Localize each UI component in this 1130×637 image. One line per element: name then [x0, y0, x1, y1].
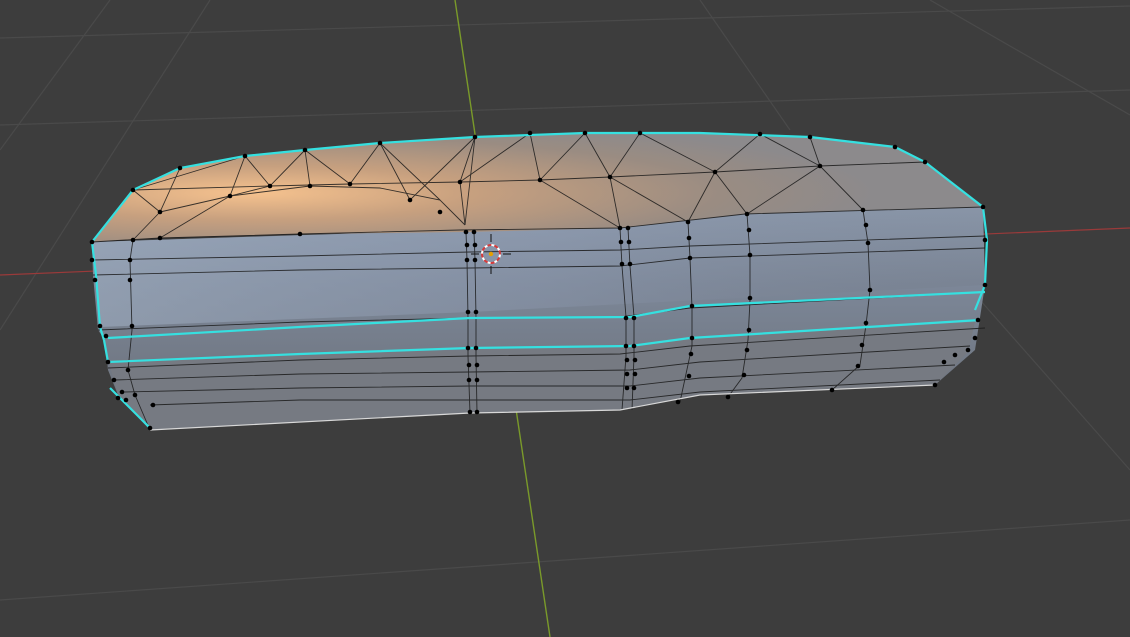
mesh-object[interactable] — [89, 130, 989, 431]
3d-viewport[interactable] — [0, 0, 1130, 637]
